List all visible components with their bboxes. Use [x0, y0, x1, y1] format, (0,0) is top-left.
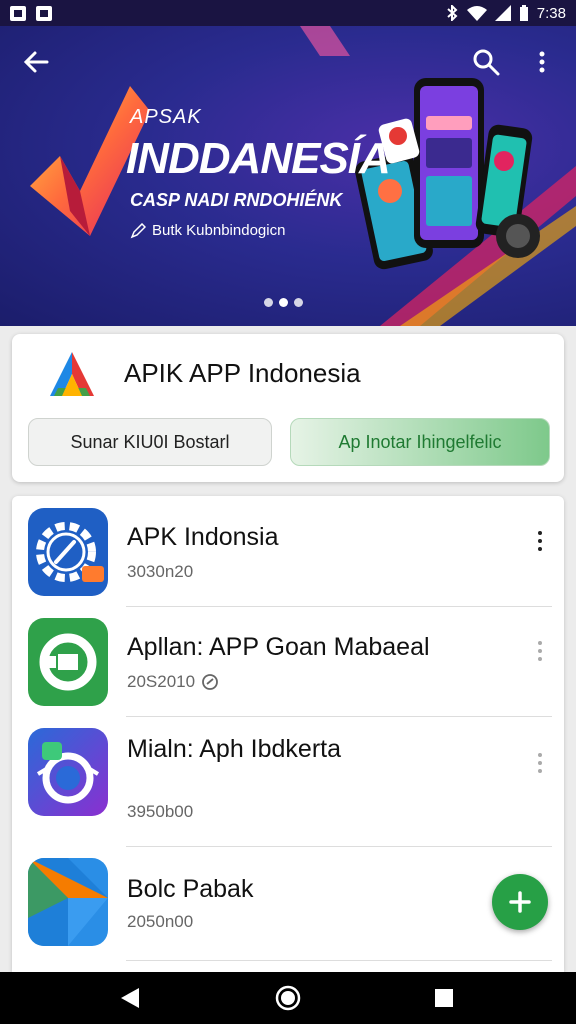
hero-tagline: Butk Kubnbindogicn — [130, 222, 285, 239]
signal-icon — [494, 5, 511, 21]
app-meta-text: 3950b00 — [127, 802, 194, 821]
nav-back-button[interactable] — [116, 984, 144, 1012]
app-more-button[interactable] — [530, 636, 550, 666]
nav-recents-icon — [435, 989, 453, 1007]
nav-home-icon — [275, 985, 301, 1011]
hero-tagline-text: Butk Kubnbindogicn — [152, 222, 286, 239]
verified-icon — [202, 674, 218, 690]
back-arrow-icon — [23, 51, 49, 73]
hero-banner[interactable]: APSAK INDDANESÍA CASP NADI RNDOHIÉNK But… — [0, 26, 576, 326]
wifi-icon — [466, 6, 487, 21]
app-list: APK Indonsia 3030n20 Apllan: APP Goan Ma… — [12, 496, 564, 972]
app-meta: 3030n20 — [127, 562, 193, 582]
bluetooth-icon — [447, 5, 458, 21]
purple-robot-icon — [28, 728, 108, 816]
image-icon — [10, 5, 26, 21]
add-fab-button[interactable] — [492, 874, 548, 930]
hero-subtitle: CASP NADI RNDOHIÉNK — [130, 190, 343, 210]
gear-gauge-icon — [28, 508, 108, 596]
pen-icon — [130, 222, 146, 238]
nav-home-button[interactable] — [274, 984, 302, 1012]
carousel-dot[interactable] — [279, 298, 288, 307]
apik-logo-icon — [50, 352, 94, 396]
featured-title: APIK APP Indonesia — [124, 358, 361, 388]
carousel-dot[interactable] — [264, 298, 273, 307]
featured-app-card: APIK APP Indonesia Sunar KIU0I Bostarl A… — [12, 334, 564, 482]
back-button[interactable] — [16, 44, 56, 80]
hero-brand: APSAK — [130, 106, 202, 128]
list-item[interactable]: Apllan: APP Goan Mabaeal 20S2010 — [12, 606, 564, 717]
app-meta: 20S2010 — [127, 672, 219, 692]
list-item[interactable]: APK Indonsia 3030n20 — [12, 496, 564, 607]
app-name: Apllan: APP Goan Mabaeal — [127, 633, 430, 661]
app-more-button[interactable] — [530, 526, 550, 556]
green-plug-icon — [28, 618, 108, 706]
list-item[interactable]: Bolc Pabak 2050n00 — [12, 846, 564, 966]
search-button[interactable] — [466, 44, 506, 80]
more-vert-icon — [539, 51, 545, 73]
carousel-dot[interactable] — [294, 298, 303, 307]
status-time: 7:38 — [536, 4, 566, 22]
nav-back-icon — [121, 988, 139, 1008]
notification-icon — [36, 5, 52, 21]
featured-install-button[interactable]: Ap Inotar Ihingelfelic — [290, 418, 550, 466]
system-nav-bar — [0, 972, 576, 1024]
nav-recents-button[interactable] — [430, 984, 458, 1012]
app-name: Mialn: Aph Ibdkerta — [127, 735, 342, 763]
app-name: APK Indonsia — [127, 523, 279, 551]
search-icon — [473, 49, 500, 76]
app-meta-text: 2050n00 — [127, 912, 194, 931]
status-bar: 7:38 — [0, 0, 576, 26]
app-meta-text: 20S2010 — [127, 672, 196, 691]
hero-title: INDDANESÍA — [126, 134, 391, 183]
list-item[interactable]: Mialn: Aph Ibdkerta 3950b00 — [12, 716, 564, 847]
app-meta-text: 3030n20 — [127, 562, 194, 581]
play-triangle-icon — [28, 858, 108, 946]
app-more-button[interactable] — [530, 748, 550, 778]
divider — [126, 960, 552, 961]
battery-icon — [519, 5, 528, 21]
featured-secondary-button[interactable]: Sunar KIU0I Bostarl — [28, 418, 272, 466]
more-options-button[interactable] — [522, 44, 562, 80]
app-meta: 3950b00 — [127, 802, 193, 822]
app-meta: 2050n00 — [127, 912, 193, 932]
carousel-indicator[interactable] — [264, 298, 303, 307]
app-name: Bolc Pabak — [127, 875, 254, 903]
plus-icon — [509, 891, 531, 913]
